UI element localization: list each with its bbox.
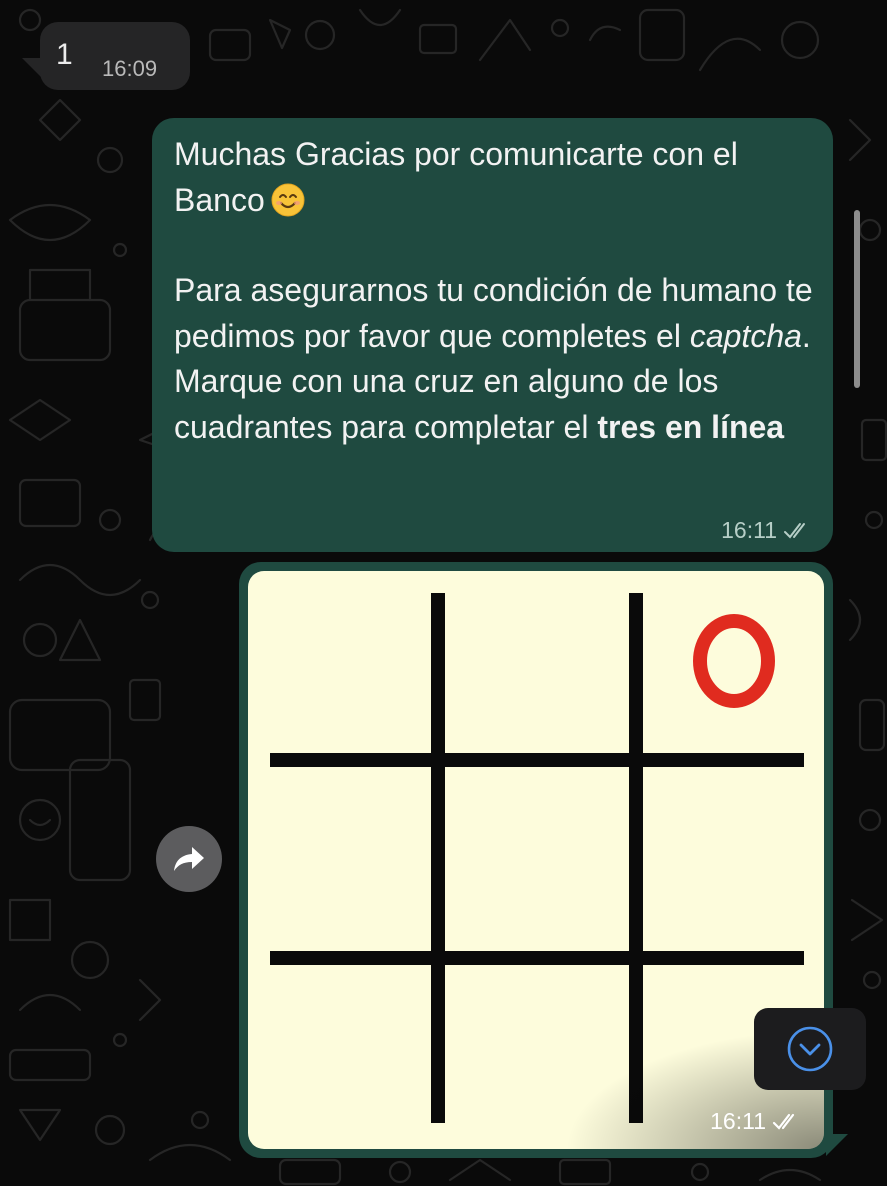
captcha-period: .	[801, 317, 811, 354]
image-bubble-tail	[826, 1134, 848, 1156]
double-check-icon	[772, 1113, 795, 1130]
message-line-2: Banco	[174, 178, 814, 224]
outgoing-message-bubble[interactable]: Muchas Gracias por comunicarte con el Ba…	[152, 118, 833, 552]
message-paragraph-captcha: Para asegurarnos tu condición de humano …	[174, 268, 814, 359]
incoming-message-time: 16:09	[102, 56, 158, 81]
captcha-word: captcha	[689, 317, 802, 354]
smiling-face-emoji-icon	[271, 183, 305, 216]
tres-en-linea-text: tres en línea	[597, 408, 785, 445]
chat-window: 1 16:09 Muchas Gracias por comunicarte c…	[0, 0, 887, 1186]
incoming-bubble-tail	[22, 58, 42, 78]
message-greeting-text: Muchas Gracias por comunicarte con el	[174, 136, 738, 172]
incoming-message-text: 1	[56, 38, 73, 71]
image-message-time: 16:11	[710, 1108, 766, 1134]
scroll-to-bottom-button[interactable]	[754, 1008, 866, 1090]
forward-arrow-icon	[174, 847, 204, 871]
image-message-meta: 16:11	[710, 1108, 800, 1135]
chevron-down-circle-icon	[787, 1026, 833, 1072]
tic-tac-toe-image[interactable]: 16:11	[248, 571, 824, 1149]
o-mark-r0-c2	[693, 614, 775, 708]
image-message-bubble[interactable]: 16:11	[239, 562, 833, 1158]
outgoing-message-meta: 16:11	[721, 517, 811, 544]
board-marks	[693, 614, 775, 708]
double-check-icon	[784, 522, 805, 539]
outgoing-message-time: 16:11	[721, 517, 777, 543]
forward-button[interactable]	[156, 826, 222, 892]
outgoing-message-body: Muchas Gracias por comunicarte con el Ba…	[174, 132, 814, 450]
incoming-message-bubble[interactable]: 1 16:09	[40, 22, 190, 90]
message-bank-text: Banco	[174, 181, 265, 218]
scrollbar[interactable]	[854, 210, 860, 388]
message-line-1: Muchas Gracias por comunicarte con el	[174, 132, 814, 178]
message-paragraph-instructions: Marque con una cruz en alguno de los cua…	[174, 359, 814, 450]
